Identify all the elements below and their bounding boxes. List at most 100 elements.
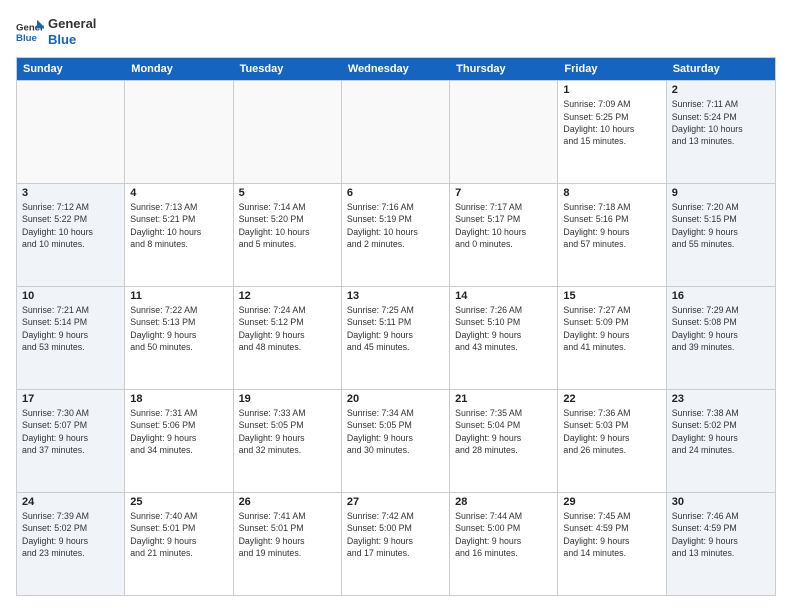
day-number: 6 (347, 187, 444, 199)
day-info: Sunrise: 7:24 AM Sunset: 5:12 PM Dayligh… (239, 304, 336, 353)
header-day-tuesday: Tuesday (234, 58, 342, 80)
empty-cell (125, 81, 233, 183)
day-number: 1 (563, 84, 660, 96)
day-number: 30 (672, 496, 770, 508)
day-info: Sunrise: 7:41 AM Sunset: 5:01 PM Dayligh… (239, 510, 336, 559)
day-cell-4: 4 Sunrise: 7:13 AM Sunset: 5:21 PM Daylig… (125, 184, 233, 286)
day-number: 15 (563, 290, 660, 302)
day-cell-10: 10 Sunrise: 7:21 AM Sunset: 5:14 PM Dayli… (17, 287, 125, 389)
calendar-row-4: 17 Sunrise: 7:30 AM Sunset: 5:07 PM Dayli… (17, 389, 775, 492)
day-info: Sunrise: 7:46 AM Sunset: 4:59 PM Dayligh… (672, 510, 770, 559)
day-cell-29: 29 Sunrise: 7:45 AM Sunset: 4:59 PM Dayli… (558, 493, 666, 595)
day-number: 14 (455, 290, 552, 302)
day-info: Sunrise: 7:17 AM Sunset: 5:17 PM Dayligh… (455, 201, 552, 250)
day-cell-8: 8 Sunrise: 7:18 AM Sunset: 5:16 PM Daylig… (558, 184, 666, 286)
day-info: Sunrise: 7:14 AM Sunset: 5:20 PM Dayligh… (239, 201, 336, 250)
day-cell-2: 2 Sunrise: 7:11 AM Sunset: 5:24 PM Daylig… (667, 81, 775, 183)
day-number: 9 (672, 187, 770, 199)
empty-cell (234, 81, 342, 183)
header-day-monday: Monday (125, 58, 233, 80)
day-number: 23 (672, 393, 770, 405)
day-cell-14: 14 Sunrise: 7:26 AM Sunset: 5:10 PM Dayli… (450, 287, 558, 389)
day-number: 16 (672, 290, 770, 302)
day-info: Sunrise: 7:26 AM Sunset: 5:10 PM Dayligh… (455, 304, 552, 353)
day-info: Sunrise: 7:36 AM Sunset: 5:03 PM Dayligh… (563, 407, 660, 456)
calendar-row-1: 1 Sunrise: 7:09 AM Sunset: 5:25 PM Daylig… (17, 80, 775, 183)
logo-text-blue: Blue (48, 32, 96, 48)
day-number: 8 (563, 187, 660, 199)
calendar: SundayMondayTuesdayWednesdayThursdayFrid… (16, 57, 776, 596)
logo-text-general: General (48, 16, 96, 32)
day-info: Sunrise: 7:16 AM Sunset: 5:19 PM Dayligh… (347, 201, 444, 250)
day-info: Sunrise: 7:30 AM Sunset: 5:07 PM Dayligh… (22, 407, 119, 456)
day-info: Sunrise: 7:11 AM Sunset: 5:24 PM Dayligh… (672, 98, 770, 147)
calendar-row-2: 3Sunrise: 7:12 AM Sunset: 5:22 PM Daylig… (17, 183, 775, 286)
day-number: 22 (563, 393, 660, 405)
day-cell-24: 24 Sunrise: 7:39 AM Sunset: 5:02 PM Dayli… (17, 493, 125, 595)
day-number: 10 (22, 290, 119, 302)
day-cell-28: 28Sunrise: 7:44 AM Sunset: 5:00 PM Dayli… (450, 493, 558, 595)
day-cell-20: 20Sunrise: 7:34 AM Sunset: 5:05 PM Dayli… (342, 390, 450, 492)
day-cell-18: 18 Sunrise: 7:31 AM Sunset: 5:06 PM Dayli… (125, 390, 233, 492)
day-info: Sunrise: 7:42 AM Sunset: 5:00 PM Dayligh… (347, 510, 444, 559)
day-cell-22: 22 Sunrise: 7:36 AM Sunset: 5:03 PM Dayli… (558, 390, 666, 492)
header-day-wednesday: Wednesday (342, 58, 450, 80)
day-cell-23: 23Sunrise: 7:38 AM Sunset: 5:02 PM Dayli… (667, 390, 775, 492)
day-number: 27 (347, 496, 444, 508)
day-cell-3: 3Sunrise: 7:12 AM Sunset: 5:22 PM Daylig… (17, 184, 125, 286)
day-number: 29 (563, 496, 660, 508)
day-info: Sunrise: 7:31 AM Sunset: 5:06 PM Dayligh… (130, 407, 227, 456)
day-cell-16: 16Sunrise: 7:29 AM Sunset: 5:08 PM Dayli… (667, 287, 775, 389)
header: General Blue General Blue (16, 16, 776, 47)
day-number: 5 (239, 187, 336, 199)
day-number: 11 (130, 290, 227, 302)
day-info: Sunrise: 7:25 AM Sunset: 5:11 PM Dayligh… (347, 304, 444, 353)
header-day-saturday: Saturday (667, 58, 775, 80)
day-number: 18 (130, 393, 227, 405)
day-cell-17: 17 Sunrise: 7:30 AM Sunset: 5:07 PM Dayli… (17, 390, 125, 492)
day-info: Sunrise: 7:27 AM Sunset: 5:09 PM Dayligh… (563, 304, 660, 353)
day-number: 4 (130, 187, 227, 199)
header-day-friday: Friday (558, 58, 666, 80)
day-info: Sunrise: 7:35 AM Sunset: 5:04 PM Dayligh… (455, 407, 552, 456)
header-day-thursday: Thursday (450, 58, 558, 80)
calendar-row-3: 10 Sunrise: 7:21 AM Sunset: 5:14 PM Dayli… (17, 286, 775, 389)
day-cell-5: 5 Sunrise: 7:14 AM Sunset: 5:20 PM Daylig… (234, 184, 342, 286)
day-number: 28 (455, 496, 552, 508)
day-number: 19 (239, 393, 336, 405)
day-info: Sunrise: 7:33 AM Sunset: 5:05 PM Dayligh… (239, 407, 336, 456)
day-number: 25 (130, 496, 227, 508)
day-cell-26: 26 Sunrise: 7:41 AM Sunset: 5:01 PM Dayli… (234, 493, 342, 595)
day-cell-21: 21Sunrise: 7:35 AM Sunset: 5:04 PM Dayli… (450, 390, 558, 492)
day-info: Sunrise: 7:39 AM Sunset: 5:02 PM Dayligh… (22, 510, 119, 559)
calendar-header: SundayMondayTuesdayWednesdayThursdayFrid… (17, 58, 775, 80)
day-cell-12: 12 Sunrise: 7:24 AM Sunset: 5:12 PM Dayli… (234, 287, 342, 389)
logo-icon: General Blue (16, 18, 44, 46)
day-number: 2 (672, 84, 770, 96)
day-number: 12 (239, 290, 336, 302)
day-info: Sunrise: 7:22 AM Sunset: 5:13 PM Dayligh… (130, 304, 227, 353)
day-number: 24 (22, 496, 119, 508)
day-cell-9: 9Sunrise: 7:20 AM Sunset: 5:15 PM Daylig… (667, 184, 775, 286)
day-cell-27: 27 Sunrise: 7:42 AM Sunset: 5:00 PM Dayli… (342, 493, 450, 595)
empty-cell (17, 81, 125, 183)
empty-cell (450, 81, 558, 183)
day-info: Sunrise: 7:18 AM Sunset: 5:16 PM Dayligh… (563, 201, 660, 250)
logo: General Blue General Blue (16, 16, 96, 47)
day-number: 20 (347, 393, 444, 405)
day-info: Sunrise: 7:45 AM Sunset: 4:59 PM Dayligh… (563, 510, 660, 559)
day-info: Sunrise: 7:09 AM Sunset: 5:25 PM Dayligh… (563, 98, 660, 147)
calendar-row-5: 24 Sunrise: 7:39 AM Sunset: 5:02 PM Dayli… (17, 492, 775, 595)
day-cell-15: 15 Sunrise: 7:27 AM Sunset: 5:09 PM Dayli… (558, 287, 666, 389)
day-number: 26 (239, 496, 336, 508)
day-info: Sunrise: 7:21 AM Sunset: 5:14 PM Dayligh… (22, 304, 119, 353)
day-number: 13 (347, 290, 444, 302)
day-number: 17 (22, 393, 119, 405)
day-cell-25: 25 Sunrise: 7:40 AM Sunset: 5:01 PM Dayli… (125, 493, 233, 595)
day-cell-30: 30 Sunrise: 7:46 AM Sunset: 4:59 PM Dayli… (667, 493, 775, 595)
day-info: Sunrise: 7:13 AM Sunset: 5:21 PM Dayligh… (130, 201, 227, 250)
day-info: Sunrise: 7:40 AM Sunset: 5:01 PM Dayligh… (130, 510, 227, 559)
day-cell-1: 1 Sunrise: 7:09 AM Sunset: 5:25 PM Daylig… (558, 81, 666, 183)
day-cell-19: 19 Sunrise: 7:33 AM Sunset: 5:05 PM Dayli… (234, 390, 342, 492)
header-day-sunday: Sunday (17, 58, 125, 80)
